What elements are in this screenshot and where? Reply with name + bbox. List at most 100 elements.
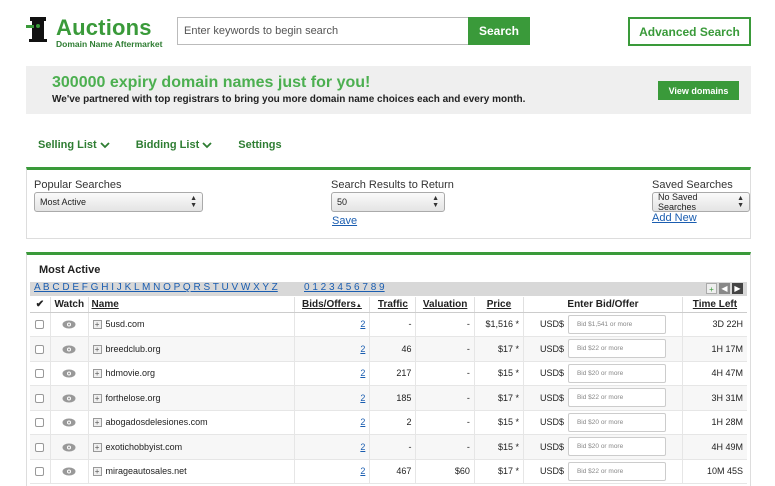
price-value: $15 * bbox=[474, 361, 525, 386]
col-price[interactable]: Price bbox=[474, 297, 525, 313]
search-input[interactable] bbox=[177, 17, 469, 45]
row-checkbox[interactable] bbox=[35, 442, 45, 452]
col-time-left[interactable]: Time Left bbox=[682, 297, 747, 313]
domain-name[interactable]: breedclub.org bbox=[106, 344, 161, 354]
results-title: Most Active bbox=[39, 264, 101, 276]
digit-filter-links[interactable]: 0 1 2 3 4 5 6 7 8 9 bbox=[304, 282, 385, 293]
gavel-icon bbox=[26, 17, 47, 42]
expand-icon[interactable]: + bbox=[92, 320, 102, 330]
domain-name[interactable]: mirageautosales.net bbox=[106, 466, 187, 476]
expand-icon[interactable]: + bbox=[92, 369, 102, 379]
bid-input[interactable]: Bid $22 or more bbox=[567, 388, 666, 408]
site-logo[interactable]: Auctions Domain Name Aftermarket bbox=[26, 15, 176, 50]
eye-icon[interactable] bbox=[62, 418, 76, 427]
time-left-value: 10M 45S bbox=[682, 459, 747, 484]
auction-table: ✔ Watch Name Bids/Offers▲ Traffic Valuat… bbox=[30, 297, 747, 484]
bids-count-link[interactable]: 2 bbox=[360, 319, 365, 329]
time-left-value: 4H 49M bbox=[682, 434, 747, 460]
advanced-search-button[interactable]: Advanced Search bbox=[628, 17, 751, 46]
price-value: $1,516 * bbox=[474, 312, 525, 337]
bids-count-link[interactable]: 2 bbox=[360, 393, 365, 403]
bid-input[interactable]: Bid $22 or more bbox=[567, 461, 666, 481]
eye-icon[interactable] bbox=[62, 369, 76, 378]
currency-label: USD$ bbox=[539, 417, 564, 428]
valuation-value: - bbox=[415, 312, 475, 337]
bid-input[interactable]: Bid $20 or more bbox=[567, 363, 666, 383]
prev-page-icon[interactable]: ◀ bbox=[719, 283, 730, 294]
col-enter-bid: Enter Bid/Offer bbox=[523, 297, 683, 313]
next-page-icon[interactable]: ▶ bbox=[732, 283, 743, 294]
traffic-value: - bbox=[369, 434, 417, 460]
col-bids-offers[interactable]: Bids/Offers▲ bbox=[294, 297, 371, 313]
bids-count-link[interactable]: 2 bbox=[360, 344, 365, 354]
select-all-checkbox[interactable]: ✔ bbox=[30, 297, 51, 313]
filter-panel: Popular Searches Most Active ▲ ▼ Search R… bbox=[26, 167, 751, 239]
bid-input[interactable]: Bid $1,541 or more bbox=[567, 314, 666, 334]
eye-icon[interactable] bbox=[62, 467, 76, 476]
search-button[interactable]: Search bbox=[468, 17, 530, 45]
eye-icon[interactable] bbox=[62, 320, 76, 329]
table-row: + exotichobbyist.com 2 - - $15 * USD$ Bid… bbox=[30, 434, 747, 460]
row-checkbox[interactable] bbox=[35, 467, 45, 477]
expand-icon[interactable]: + bbox=[92, 344, 102, 354]
sort-asc-icon: ▲ bbox=[355, 302, 362, 309]
table-row: + abogadosdelesiones.com 2 2 - $15 * USD$… bbox=[30, 410, 747, 435]
nav-item-label: Bidding List bbox=[135, 139, 200, 151]
popular-searches-select[interactable]: Most Active ▲ ▼ bbox=[34, 192, 203, 212]
row-checkbox[interactable] bbox=[35, 393, 45, 403]
export-icon[interactable]: + bbox=[706, 283, 717, 294]
domain-name[interactable]: hdmovie.org bbox=[106, 368, 156, 378]
expand-icon[interactable]: + bbox=[92, 393, 102, 403]
row-checkbox[interactable] bbox=[35, 344, 45, 354]
saved-searches-label: Saved Searches bbox=[652, 179, 733, 191]
save-search-link[interactable]: Save bbox=[332, 215, 357, 227]
view-domains-button[interactable]: View domains bbox=[658, 81, 739, 100]
price-value: $17 * bbox=[474, 336, 525, 362]
currency-label: USD$ bbox=[539, 441, 564, 452]
traffic-value: 2 bbox=[369, 410, 417, 435]
eye-icon[interactable] bbox=[62, 345, 76, 354]
select-arrows-icon: ▲ ▼ bbox=[432, 195, 439, 209]
currency-label: USD$ bbox=[539, 343, 564, 354]
logo-subtitle: Domain Name Aftermarket bbox=[56, 39, 163, 49]
nav-selling-list[interactable]: Selling List bbox=[38, 137, 110, 153]
saved-searches-select[interactable]: No Saved Searches ▲ ▼ bbox=[652, 192, 750, 212]
domain-name[interactable]: abogadosdelesiones.com bbox=[106, 417, 208, 427]
price-value: $15 * bbox=[474, 434, 525, 460]
col-traffic[interactable]: Traffic bbox=[369, 297, 417, 313]
add-new-search-link[interactable]: Add New bbox=[652, 212, 697, 224]
results-count-select[interactable]: 50 ▲ ▼ bbox=[331, 192, 445, 212]
time-left-value: 4H 47M bbox=[682, 361, 747, 386]
domain-name[interactable]: exotichobbyist.com bbox=[106, 442, 183, 452]
row-checkbox[interactable] bbox=[35, 418, 45, 428]
bids-count-link[interactable]: 2 bbox=[360, 442, 365, 452]
bid-input[interactable]: Bid $20 or more bbox=[567, 412, 666, 432]
table-row: +5usd.com 2 - - $1,516 * USD$ Bid $1,541… bbox=[30, 312, 747, 337]
valuation-value: - bbox=[415, 336, 475, 362]
col-name[interactable]: Name bbox=[88, 297, 295, 313]
expand-icon[interactable]: + bbox=[92, 442, 102, 452]
bid-input[interactable]: Bid $22 or more bbox=[567, 339, 666, 359]
row-checkbox[interactable] bbox=[35, 320, 45, 330]
bids-count-link[interactable]: 2 bbox=[360, 368, 365, 378]
col-bids-label: Bids/Offers bbox=[302, 298, 356, 310]
traffic-value: 46 bbox=[369, 336, 417, 362]
expand-icon[interactable]: + bbox=[92, 418, 102, 428]
col-valuation[interactable]: Valuation bbox=[415, 297, 475, 313]
valuation-value: - bbox=[415, 361, 475, 386]
bids-count-link[interactable]: 2 bbox=[360, 466, 365, 476]
eye-icon[interactable] bbox=[62, 443, 76, 452]
price-value: $17 * bbox=[474, 459, 525, 484]
nav-bidding-list[interactable]: Bidding List bbox=[136, 137, 213, 153]
alphabet-filter-links[interactable]: A B C D E F G H I J K L M N O P Q R S T … bbox=[34, 282, 278, 293]
bid-input[interactable]: Bid $20 or more bbox=[567, 437, 666, 457]
nav-settings[interactable]: Settings bbox=[238, 137, 281, 153]
eye-icon[interactable] bbox=[62, 394, 76, 403]
bids-count-link[interactable]: 2 bbox=[360, 417, 365, 427]
row-checkbox[interactable] bbox=[35, 369, 45, 379]
traffic-value: 217 bbox=[369, 361, 417, 386]
traffic-value: 185 bbox=[369, 385, 417, 411]
domain-name[interactable]: 5usd.com bbox=[106, 319, 145, 329]
domain-name[interactable]: forthelose.org bbox=[106, 393, 161, 403]
expand-icon[interactable]: + bbox=[92, 467, 102, 477]
